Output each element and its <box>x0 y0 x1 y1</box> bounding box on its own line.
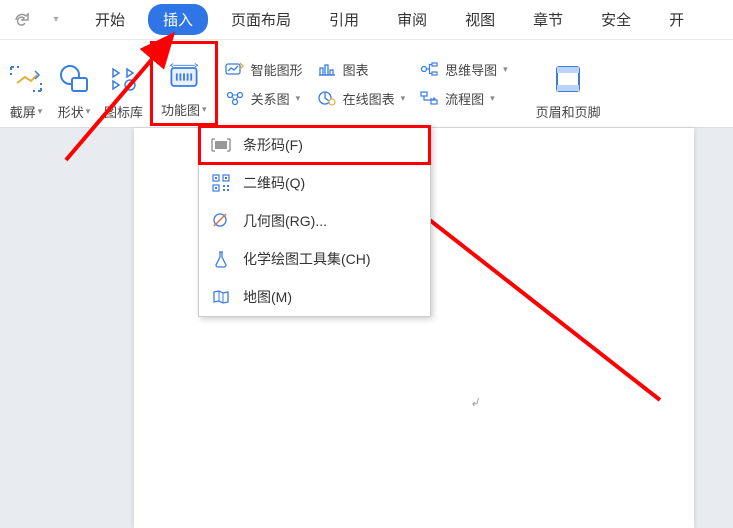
ribbon-toolbar: 截屏▾ 形状▾ 图标库 功能图▾ 智能图形 关系图▾ <box>0 40 733 128</box>
smartgraphic-button[interactable]: 智能图形 <box>225 60 303 79</box>
smartgraphic-icon <box>225 60 245 78</box>
funcimg-label: 功能图 <box>161 100 200 119</box>
chevron-down-icon: ▾ <box>296 93 301 104</box>
funcimg-dropdown: 条形码(F) 二维码(Q) 几何图(RG)... 化学绘图工具集(CH) 地图(… <box>198 125 431 317</box>
iconlib-button[interactable]: 图标库 <box>104 46 143 121</box>
tab-pagelayout[interactable]: 页面布局 <box>216 4 306 35</box>
shape-button[interactable]: 形状▾ <box>56 46 92 121</box>
chart-icon <box>317 60 337 78</box>
dropdown-item-label: 地图(M) <box>243 287 292 307</box>
dropdown-item-barcode[interactable]: 条形码(F) <box>199 126 430 164</box>
headerfooter-label: 页眉和页脚 <box>536 102 601 121</box>
dropdown-item-label: 二维码(Q) <box>243 173 305 193</box>
relation-button[interactable]: 关系图 ▾ <box>225 89 303 108</box>
flowchart-icon <box>419 89 439 107</box>
mindmap-button[interactable]: 思维导图 ▾ <box>419 60 508 79</box>
shape-label: 形状 <box>58 102 84 121</box>
headerfooter-button[interactable]: 页眉和页脚 <box>536 46 601 121</box>
onlinechart-icon <box>317 89 337 107</box>
tab-feature[interactable]: 开 <box>654 4 699 35</box>
flowchart-label: 流程图 <box>445 89 484 108</box>
chevron-down-icon: ▾ <box>503 64 508 75</box>
iconlib-label: 图标库 <box>104 102 143 121</box>
funcimg-icon <box>166 59 202 95</box>
screenshot-button[interactable]: 截屏▾ <box>8 46 44 121</box>
dropdown-item-label: 条形码(F) <box>243 135 303 155</box>
screenshot-icon <box>8 61 44 97</box>
barcode-icon <box>211 135 231 155</box>
smartgraphic-label: 智能图形 <box>251 60 303 79</box>
chart-button[interactable]: 图表 <box>317 60 406 79</box>
chevron-down-icon: ▾ <box>490 93 495 104</box>
dropdown-icon[interactable]: ▾ <box>42 6 70 34</box>
relation-icon <box>225 89 245 107</box>
dropdown-item-qrcode[interactable]: 二维码(Q) <box>199 164 430 202</box>
headerfooter-icon <box>550 61 586 97</box>
tab-reference[interactable]: 引用 <box>314 4 374 35</box>
screenshot-label: 截屏 <box>10 102 36 121</box>
dropdown-item-label: 几何图(RG)... <box>243 211 327 231</box>
chart-label: 图表 <box>343 60 369 79</box>
mindmap-icon <box>419 60 439 78</box>
qrcode-icon <box>211 173 231 193</box>
tab-view[interactable]: 视图 <box>450 4 510 35</box>
tab-review[interactable]: 审阅 <box>382 4 442 35</box>
tab-insert[interactable]: 插入 <box>148 4 208 35</box>
redo-icon[interactable] <box>8 6 36 34</box>
dropdown-item-map[interactable]: 地图(M) <box>199 278 430 316</box>
onlinechart-button[interactable]: 在线图表 ▾ <box>317 89 406 108</box>
chevron-down-icon: ▾ <box>38 106 43 117</box>
geometry-icon <box>211 211 231 231</box>
flowchart-button[interactable]: 流程图 ▾ <box>419 89 508 108</box>
mindmap-label: 思维导图 <box>445 60 497 79</box>
chevron-down-icon: ▾ <box>202 104 207 115</box>
tab-security[interactable]: 安全 <box>586 4 646 35</box>
shape-icon <box>56 61 92 97</box>
cursor-mark: ↲ <box>470 396 479 409</box>
tab-start[interactable]: 开始 <box>80 4 140 35</box>
dropdown-item-chemistry[interactable]: 化学绘图工具集(CH) <box>199 240 430 278</box>
dropdown-item-geometry[interactable]: 几何图(RG)... <box>199 202 430 240</box>
onlinechart-label: 在线图表 <box>343 89 395 108</box>
iconlib-icon <box>106 61 142 97</box>
chemistry-icon <box>211 249 231 269</box>
chevron-down-icon: ▾ <box>401 93 406 104</box>
tab-chapter[interactable]: 章节 <box>518 4 578 35</box>
dropdown-item-label: 化学绘图工具集(CH) <box>243 249 371 269</box>
relation-label: 关系图 <box>251 89 290 108</box>
funcimg-button[interactable]: 功能图▾ <box>155 46 213 121</box>
map-icon <box>211 287 231 307</box>
chevron-down-icon: ▾ <box>86 106 91 117</box>
menu-tab-bar: ▾ 开始 插入 页面布局 引用 审阅 视图 章节 安全 开 <box>0 0 733 40</box>
